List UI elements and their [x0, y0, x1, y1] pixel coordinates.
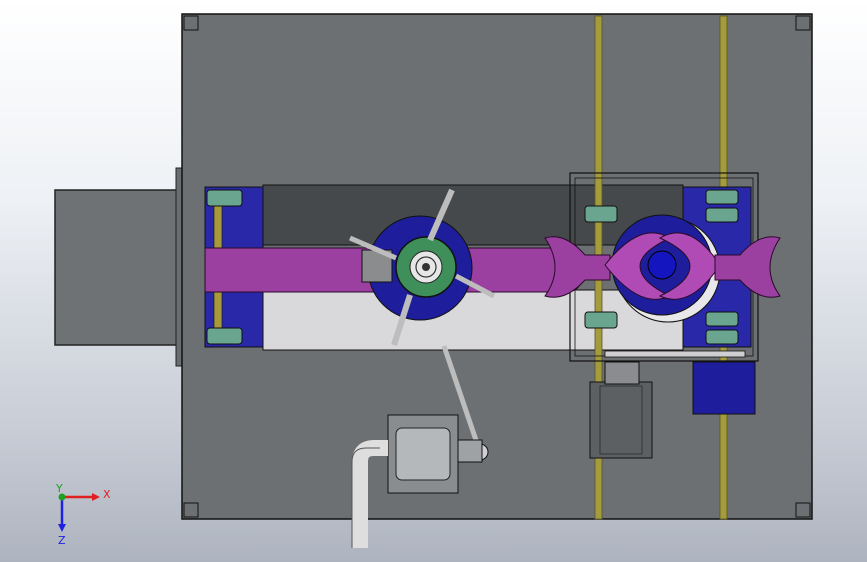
triad-z-label: Z	[58, 534, 66, 547]
cad-viewport[interactable]: X Y Z	[0, 0, 867, 562]
coordinate-triad: X Y Z	[55, 482, 111, 547]
triad-y-label: Y	[55, 482, 63, 495]
triad-x-label: X	[103, 488, 111, 501]
triad-z-arrow	[58, 524, 66, 532]
triad-x-arrow	[92, 493, 100, 501]
